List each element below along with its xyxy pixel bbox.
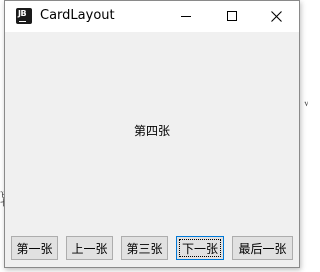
current-card-label: 第四张: [133, 124, 170, 138]
background-text-fragment-right: √: [304, 100, 308, 109]
maximize-button[interactable]: [209, 1, 255, 32]
last-card-button[interactable]: 最后一张: [232, 236, 293, 260]
card-panel: 第四张: [5, 32, 299, 230]
next-card-button[interactable]: 下一张: [176, 236, 224, 260]
first-card-button[interactable]: 第一张: [11, 236, 58, 260]
close-icon: [271, 11, 282, 22]
third-card-button[interactable]: 第三张: [121, 236, 168, 260]
minimize-button[interactable]: [163, 1, 209, 32]
title-bar[interactable]: JB CardLayout: [5, 1, 299, 32]
cardlayout-window: JB CardLayout 第四张 第一张 上一张 第三张 下一张 最后一张: [4, 0, 300, 268]
app-icon-text: JB: [18, 9, 27, 18]
previous-card-button[interactable]: 上一张: [66, 236, 113, 260]
navigation-button-bar: 第一张 上一张 第三张 下一张 最后一张: [5, 230, 299, 267]
window-title: CardLayout: [40, 8, 115, 23]
java-app-icon: JB: [16, 8, 32, 24]
close-button[interactable]: [253, 1, 299, 32]
